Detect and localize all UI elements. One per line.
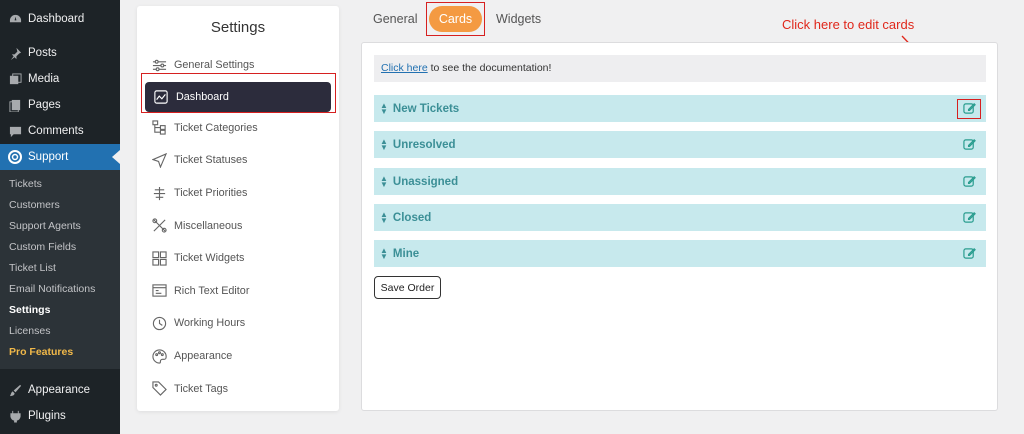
wp-submenu-support-agents[interactable]: Support Agents (0, 216, 120, 237)
media-icon (8, 72, 22, 86)
edit-icon[interactable] (963, 247, 976, 260)
settings-item-label: Working Hours (174, 317, 246, 330)
settings-panel: Settings General Settings Dashboard Tick… (137, 6, 339, 411)
settings-item-working-hours[interactable]: Working Hours (137, 307, 339, 340)
settings-item-ticket-statuses[interactable]: Ticket Statuses (137, 144, 339, 177)
card-label: Closed (392, 211, 432, 224)
wp-submenu-settings[interactable]: Settings (0, 300, 120, 321)
wp-support-submenu: Tickets Customers Support Agents Custom … (0, 170, 120, 369)
documentation-link[interactable]: Click here (381, 62, 428, 74)
wp-menu-comments[interactable]: Comments (0, 118, 120, 144)
settings-item-rich-text-editor[interactable]: Rich Text Editor (137, 275, 339, 308)
card-row-closed[interactable]: ▲ ▼ Closed (374, 204, 986, 231)
wp-menu-media[interactable]: Media (0, 66, 120, 92)
card-row-mine[interactable]: ▲ ▼ Mine (374, 240, 986, 267)
edit-icon[interactable] (963, 211, 976, 224)
brush-icon (8, 383, 22, 397)
tab-cards[interactable]: Cards (429, 6, 482, 32)
wp-submenu-customers[interactable]: Customers (0, 195, 120, 216)
settings-item-label: Dashboard (176, 90, 229, 103)
card-label: Unassigned (392, 175, 459, 188)
settings-item-appearance[interactable]: Appearance (137, 340, 339, 373)
comments-icon (8, 124, 22, 138)
wp-menu-label: Dashboard (28, 13, 85, 25)
cards-panel: Click here to see the documentation! ▲ ▼ … (361, 42, 998, 411)
clock-icon (151, 315, 167, 331)
settings-item-label: Appearance (174, 350, 233, 363)
settings-item-label: Ticket Statuses (174, 154, 248, 167)
wp-menu-appearance[interactable]: Appearance (0, 377, 120, 403)
wp-menu-label: Appearance (28, 384, 91, 396)
settings-item-ticket-categories[interactable]: Ticket Categories (137, 112, 339, 145)
chart-icon (153, 89, 169, 105)
settings-item-label: Ticket Widgets (174, 252, 245, 265)
tab-widgets[interactable]: Widgets (496, 12, 541, 26)
save-order-button[interactable]: Save Order (374, 276, 441, 299)
edit-icon[interactable] (963, 175, 976, 188)
priority-icon (151, 185, 167, 201)
settings-item-label: Miscellaneous (174, 219, 243, 232)
wp-submenu-tickets[interactable]: Tickets (0, 174, 120, 195)
dashboard-icon (8, 12, 22, 26)
pages-icon (8, 98, 22, 112)
sort-handle-icon[interactable]: ▲ ▼ (380, 174, 388, 188)
wp-menu-label: Support (28, 151, 69, 163)
edit-icon[interactable] (963, 102, 976, 115)
settings-item-label: Ticket Tags (174, 382, 229, 395)
annotation-text: Click here to edit cards (782, 17, 915, 32)
wp-menu-label: Plugins (28, 410, 66, 422)
card-row-new-tickets[interactable]: ▲ ▼ New Tickets (374, 95, 986, 122)
settings-item-miscellaneous[interactable]: Miscellaneous (137, 209, 339, 242)
settings-item-dashboard[interactable]: Dashboard (145, 81, 331, 112)
send-icon (151, 152, 167, 168)
wp-submenu-pro-features[interactable]: Pro Features (0, 342, 120, 363)
palette-icon (151, 348, 167, 364)
wp-menu-support[interactable]: Support (0, 144, 120, 170)
wp-menu-posts[interactable]: Posts (0, 40, 120, 66)
sort-handle-icon[interactable]: ▲ ▼ (380, 210, 388, 224)
sliders-icon (151, 57, 167, 73)
settings-item-label: Ticket Priorities (174, 187, 248, 200)
sort-handle-icon[interactable]: ▲ ▼ (380, 246, 388, 260)
documentation-bar: Click here to see the documentation! (374, 55, 986, 82)
settings-item-general[interactable]: General Settings (137, 49, 339, 82)
tab-general[interactable]: General (373, 12, 417, 26)
tools-icon (151, 218, 167, 234)
card-label: New Tickets (392, 102, 460, 115)
documentation-text: to see the documentation! (427, 62, 552, 74)
card-label: Mine (392, 247, 420, 260)
settings-item-ticket-priorities[interactable]: Ticket Priorities (137, 177, 339, 210)
settings-item-ticket-tags[interactable]: Ticket Tags (137, 372, 339, 405)
card-row-unassigned[interactable]: ▲ ▼ Unassigned (374, 168, 986, 195)
settings-item-label: General Settings (174, 59, 255, 72)
hierarchy-icon (151, 120, 167, 136)
wp-menu-label: Comments (28, 125, 84, 137)
settings-item-label: Ticket Categories (174, 121, 258, 134)
editor-icon (151, 283, 167, 299)
wp-menu-label: Posts (28, 47, 57, 59)
settings-title: Settings (210, 19, 266, 36)
wp-submenu-custom-fields[interactable]: Custom Fields (0, 237, 120, 258)
wp-menu-label: Pages (28, 99, 61, 111)
wp-submenu-email-notifications[interactable]: Email Notifications (0, 279, 120, 300)
card-label: Unresolved (392, 138, 456, 151)
grid-icon (151, 250, 167, 266)
sort-handle-icon[interactable]: ▲ ▼ (380, 101, 388, 115)
pin-icon (8, 46, 22, 60)
sort-handle-icon[interactable]: ▲ ▼ (380, 137, 388, 151)
wp-submenu-licenses[interactable]: Licenses (0, 321, 120, 342)
wp-menu-plugins[interactable]: Plugins (0, 403, 120, 429)
tag-icon (151, 381, 167, 397)
lifebuoy-icon (8, 150, 22, 164)
wp-admin-sidebar: Dashboard Posts Media Pages Comments Sup… (0, 0, 120, 434)
plug-icon (8, 409, 22, 423)
wp-menu-dashboard[interactable]: Dashboard (0, 6, 120, 32)
wp-menu-label: Media (28, 73, 60, 85)
wp-submenu-ticket-list[interactable]: Ticket List (0, 258, 120, 279)
card-row-unresolved[interactable]: ▲ ▼ Unresolved (374, 131, 986, 158)
wp-menu-pages[interactable]: Pages (0, 92, 120, 118)
edit-icon[interactable] (963, 138, 976, 151)
settings-item-ticket-widgets[interactable]: Ticket Widgets (137, 242, 339, 275)
settings-item-label: Rich Text Editor (174, 284, 250, 297)
